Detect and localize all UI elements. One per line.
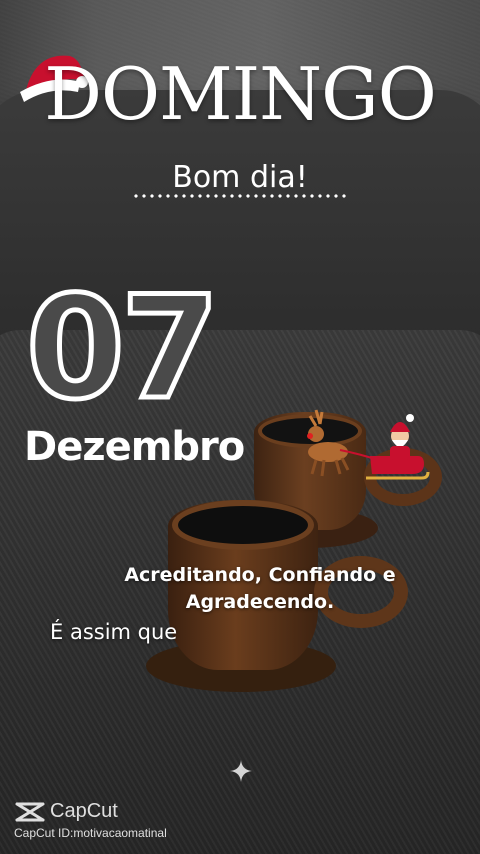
capcut-id-text: CapCut ID:motivacaomatinal xyxy=(14,826,167,840)
message-line-2: Agradecendo. xyxy=(185,591,335,613)
message-text: Acreditando, Confiando e Agradecendo. xyxy=(60,562,460,616)
message-line-1: Acreditando, Confiando e xyxy=(124,564,396,586)
date-month: Dezembro xyxy=(24,424,245,470)
date-day: 07 xyxy=(24,266,223,431)
front-cup-coffee-surface xyxy=(172,500,314,550)
sparkle-icon xyxy=(230,760,252,782)
story-screen: DOMINGO Bom dia! 07 Dezembro Acreditando… xyxy=(0,0,480,854)
capcut-logo-icon xyxy=(15,802,45,821)
greeting-text: Bom dia! xyxy=(172,160,308,195)
message-continuation: É assim que xyxy=(50,620,178,644)
weekday-title: DOMINGO xyxy=(44,52,436,136)
dotted-divider xyxy=(132,194,348,198)
santa-sleigh-icon xyxy=(307,409,430,480)
capcut-watermark: CapCut xyxy=(14,800,118,823)
capcut-brand-name: CapCut xyxy=(50,800,118,822)
